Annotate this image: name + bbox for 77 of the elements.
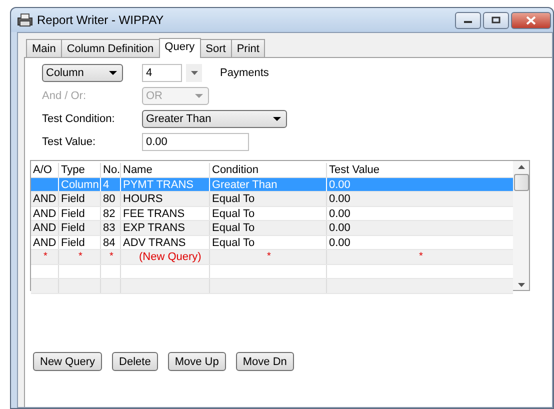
table-cell: AND — [31, 192, 59, 206]
action-button[interactable]: Move Up — [168, 352, 226, 371]
table-cell: Field — [59, 206, 101, 220]
table-cell: Equal To — [210, 221, 327, 234]
scroll-up-icon — [518, 165, 524, 169]
column-header[interactable]: Condition — [210, 163, 327, 176]
column-header[interactable]: A/O — [31, 163, 59, 176]
table-cell: FEE TRANS — [121, 206, 210, 220]
table-cell: 82 — [101, 206, 121, 220]
caret-icon — [109, 71, 117, 75]
table-cell: EXP TRANS — [121, 221, 210, 234]
table-cell: Equal To — [210, 206, 327, 220]
table-cell-text: 0.00 — [328, 192, 352, 206]
tab[interactable]: Sort — [200, 39, 232, 57]
table-cell: AND — [31, 221, 59, 234]
scroll-thumb[interactable] — [514, 174, 528, 191]
window-title: Report Writer - WIPPAY — [37, 13, 164, 27]
table-row[interactable]: AND Field 83 EXP TRANS Equal To 0.00 — [31, 221, 513, 236]
table-cell: 84 — [101, 236, 121, 249]
test-condition-dropdown[interactable]: Greater Than — [142, 110, 287, 128]
table-row[interactable]: AND Field 80 HOURS Equal To 0.00 — [31, 192, 513, 206]
caret-icon — [195, 94, 203, 98]
table-cell-text: 0.00 — [328, 236, 352, 249]
table-cell: ADV TRANS — [121, 236, 210, 249]
minimize-button[interactable] — [455, 12, 481, 28]
scroll-down-icon — [518, 283, 524, 287]
new-row-cell-text: * — [418, 250, 424, 264]
test-condition-label: Test Condition: — [42, 113, 116, 125]
source-dropdown[interactable]: Column — [42, 64, 123, 82]
table-cell: Greater Than — [210, 178, 327, 191]
close-button[interactable] — [511, 12, 551, 28]
table-cell: Field — [59, 221, 101, 234]
table-cell: Field — [59, 236, 101, 249]
table-cell: AND — [31, 206, 59, 220]
table-cell-text: 0.00 — [328, 178, 352, 191]
table-cell-text: 0.00 — [328, 221, 352, 234]
table-cell: PYMT TRANS — [121, 178, 210, 191]
source-name: Payments — [220, 67, 269, 79]
table-cell: 80 — [101, 192, 121, 206]
table-cell: 83 — [101, 221, 121, 234]
column-header[interactable]: Name — [121, 163, 210, 176]
new-row-cell: * — [210, 250, 327, 264]
column-header[interactable]: Type — [59, 163, 101, 176]
new-row-cell: * — [31, 250, 59, 264]
table-cell-text: 0.00 — [328, 206, 352, 220]
test-value-label: Test Value: — [42, 136, 97, 148]
new-row-cell: * — [101, 250, 121, 264]
test-value-field[interactable]: 0.00 — [142, 133, 249, 151]
table-cell: AND — [31, 236, 59, 249]
table-cell: 4 — [101, 178, 121, 191]
tab[interactable]: Column Definition — [60, 39, 160, 57]
table-cell: HOURS — [121, 192, 210, 206]
action-button[interactable]: New Query — [33, 352, 102, 371]
number-dropdown-button[interactable] — [186, 64, 202, 82]
number-field[interactable]: 4 — [142, 64, 182, 82]
caret-icon — [190, 71, 198, 75]
vertical-scrollbar[interactable] — [513, 161, 529, 290]
column-header[interactable]: Test Value — [327, 163, 513, 176]
action-button[interactable]: Delete — [112, 352, 158, 371]
table-cell: Equal To — [210, 192, 327, 206]
maximize-icon — [491, 16, 501, 24]
table-cell: Equal To — [210, 236, 327, 249]
table-cell: Field — [59, 192, 101, 206]
new-row-cell: (New Query) — [121, 250, 210, 264]
table-cell: Column — [59, 178, 101, 191]
close-icon — [526, 16, 536, 24]
new-row-cell: * — [59, 250, 101, 264]
and-or-label: And / Or: — [42, 90, 88, 102]
table-row[interactable]: * * * (New Query) * * — [31, 250, 513, 264]
action-button[interactable]: Move Dn — [236, 352, 294, 371]
printer-icon — [17, 13, 33, 27]
maximize-button[interactable] — [483, 12, 509, 28]
caret-icon — [273, 117, 281, 121]
column-header[interactable]: No. — [101, 163, 121, 176]
tab[interactable]: Query — [158, 38, 201, 58]
tab[interactable]: Print — [230, 39, 266, 57]
tab[interactable]: Main — [26, 39, 62, 57]
